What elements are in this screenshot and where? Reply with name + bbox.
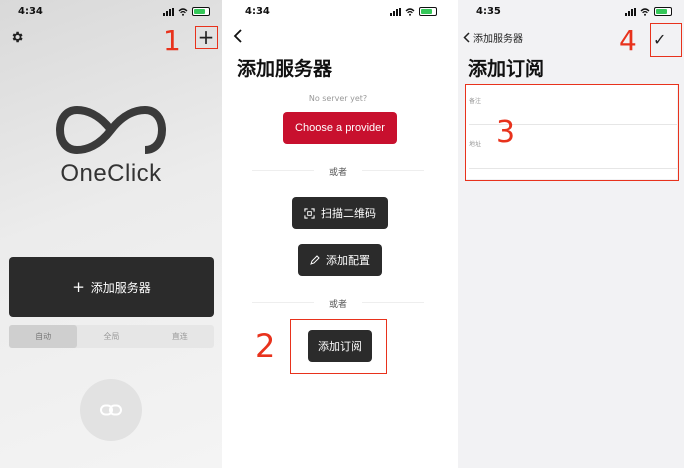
mode-selector: 自动 全局 直连 [9,325,214,348]
mode-auto[interactable]: 自动 [9,325,78,348]
add-server-button[interactable]: + 添加服务器 [9,257,214,317]
gear-icon[interactable] [10,30,24,44]
wifi-icon [640,7,650,16]
status-time: 4:34 [18,6,43,17]
or-divider: 或者 [252,165,424,178]
step-1-label: 1 [163,24,181,57]
checkmark-icon: ✓ [653,30,667,49]
status-bar: 4:35 [458,6,684,20]
or-divider: 或者 [252,297,424,310]
mode-direct[interactable]: 直连 [146,325,214,348]
add-server-label: 添加服务器 [90,280,151,295]
connect-button[interactable] [80,379,142,441]
battery-icon [192,7,210,16]
add-subscription-screen: 4:35 添加服务器 4 ✓ 添加订阅 备注 地址 3 [458,0,684,468]
signal-icon [163,7,174,16]
back-label: 添加服务器 [473,34,523,45]
no-server-hint: No server yet? [308,94,368,103]
page-title: 添加订阅 [468,58,545,80]
page-title: 添加服务器 [237,58,333,80]
step-4-label: 4 [619,24,637,57]
battery-icon [419,7,437,16]
choose-provider-button[interactable]: Choose a provider [283,112,397,144]
add-config-button[interactable]: 添加配置 [298,244,382,276]
qr-scan-icon [304,207,315,219]
add-config-label: 添加配置 [326,254,370,267]
status-time: 4:34 [245,6,270,17]
app-name: OneClick [60,160,162,187]
step-2-label: 2 [255,327,276,365]
add-subscription-button[interactable]: 添加订阅 [308,330,372,362]
wifi-icon [178,7,188,16]
home-screen: 4:34 1 + OneClick + 添加服务器 自动 全局 直连 [0,0,222,468]
step-3-label: 3 [496,115,516,150]
status-time: 4:35 [476,6,501,17]
status-bar: 4:34 [227,6,449,20]
wifi-icon [405,7,415,16]
signal-icon [625,7,636,16]
oneclick-logo [56,105,166,155]
mode-global[interactable]: 全局 [77,325,145,348]
battery-icon [654,7,672,16]
back-chevron-icon[interactable] [233,28,243,44]
scan-qr-label: 扫描二维码 [321,207,376,220]
scan-qr-button[interactable]: 扫描二维码 [292,197,388,229]
add-button[interactable]: + [196,25,216,49]
link-icon [100,404,122,416]
confirm-button[interactable]: ✓ [653,30,666,49]
pencil-icon [310,255,320,265]
add-server-screen: 4:34 添加服务器 No server yet? Choose a provi… [227,0,449,468]
status-bar: 4:34 [0,6,222,20]
plus-icon: + [72,278,85,296]
back-button[interactable]: 添加服务器 [463,30,523,45]
back-chevron-icon [463,32,470,43]
plus-icon: + [197,25,215,49]
signal-icon [390,7,401,16]
